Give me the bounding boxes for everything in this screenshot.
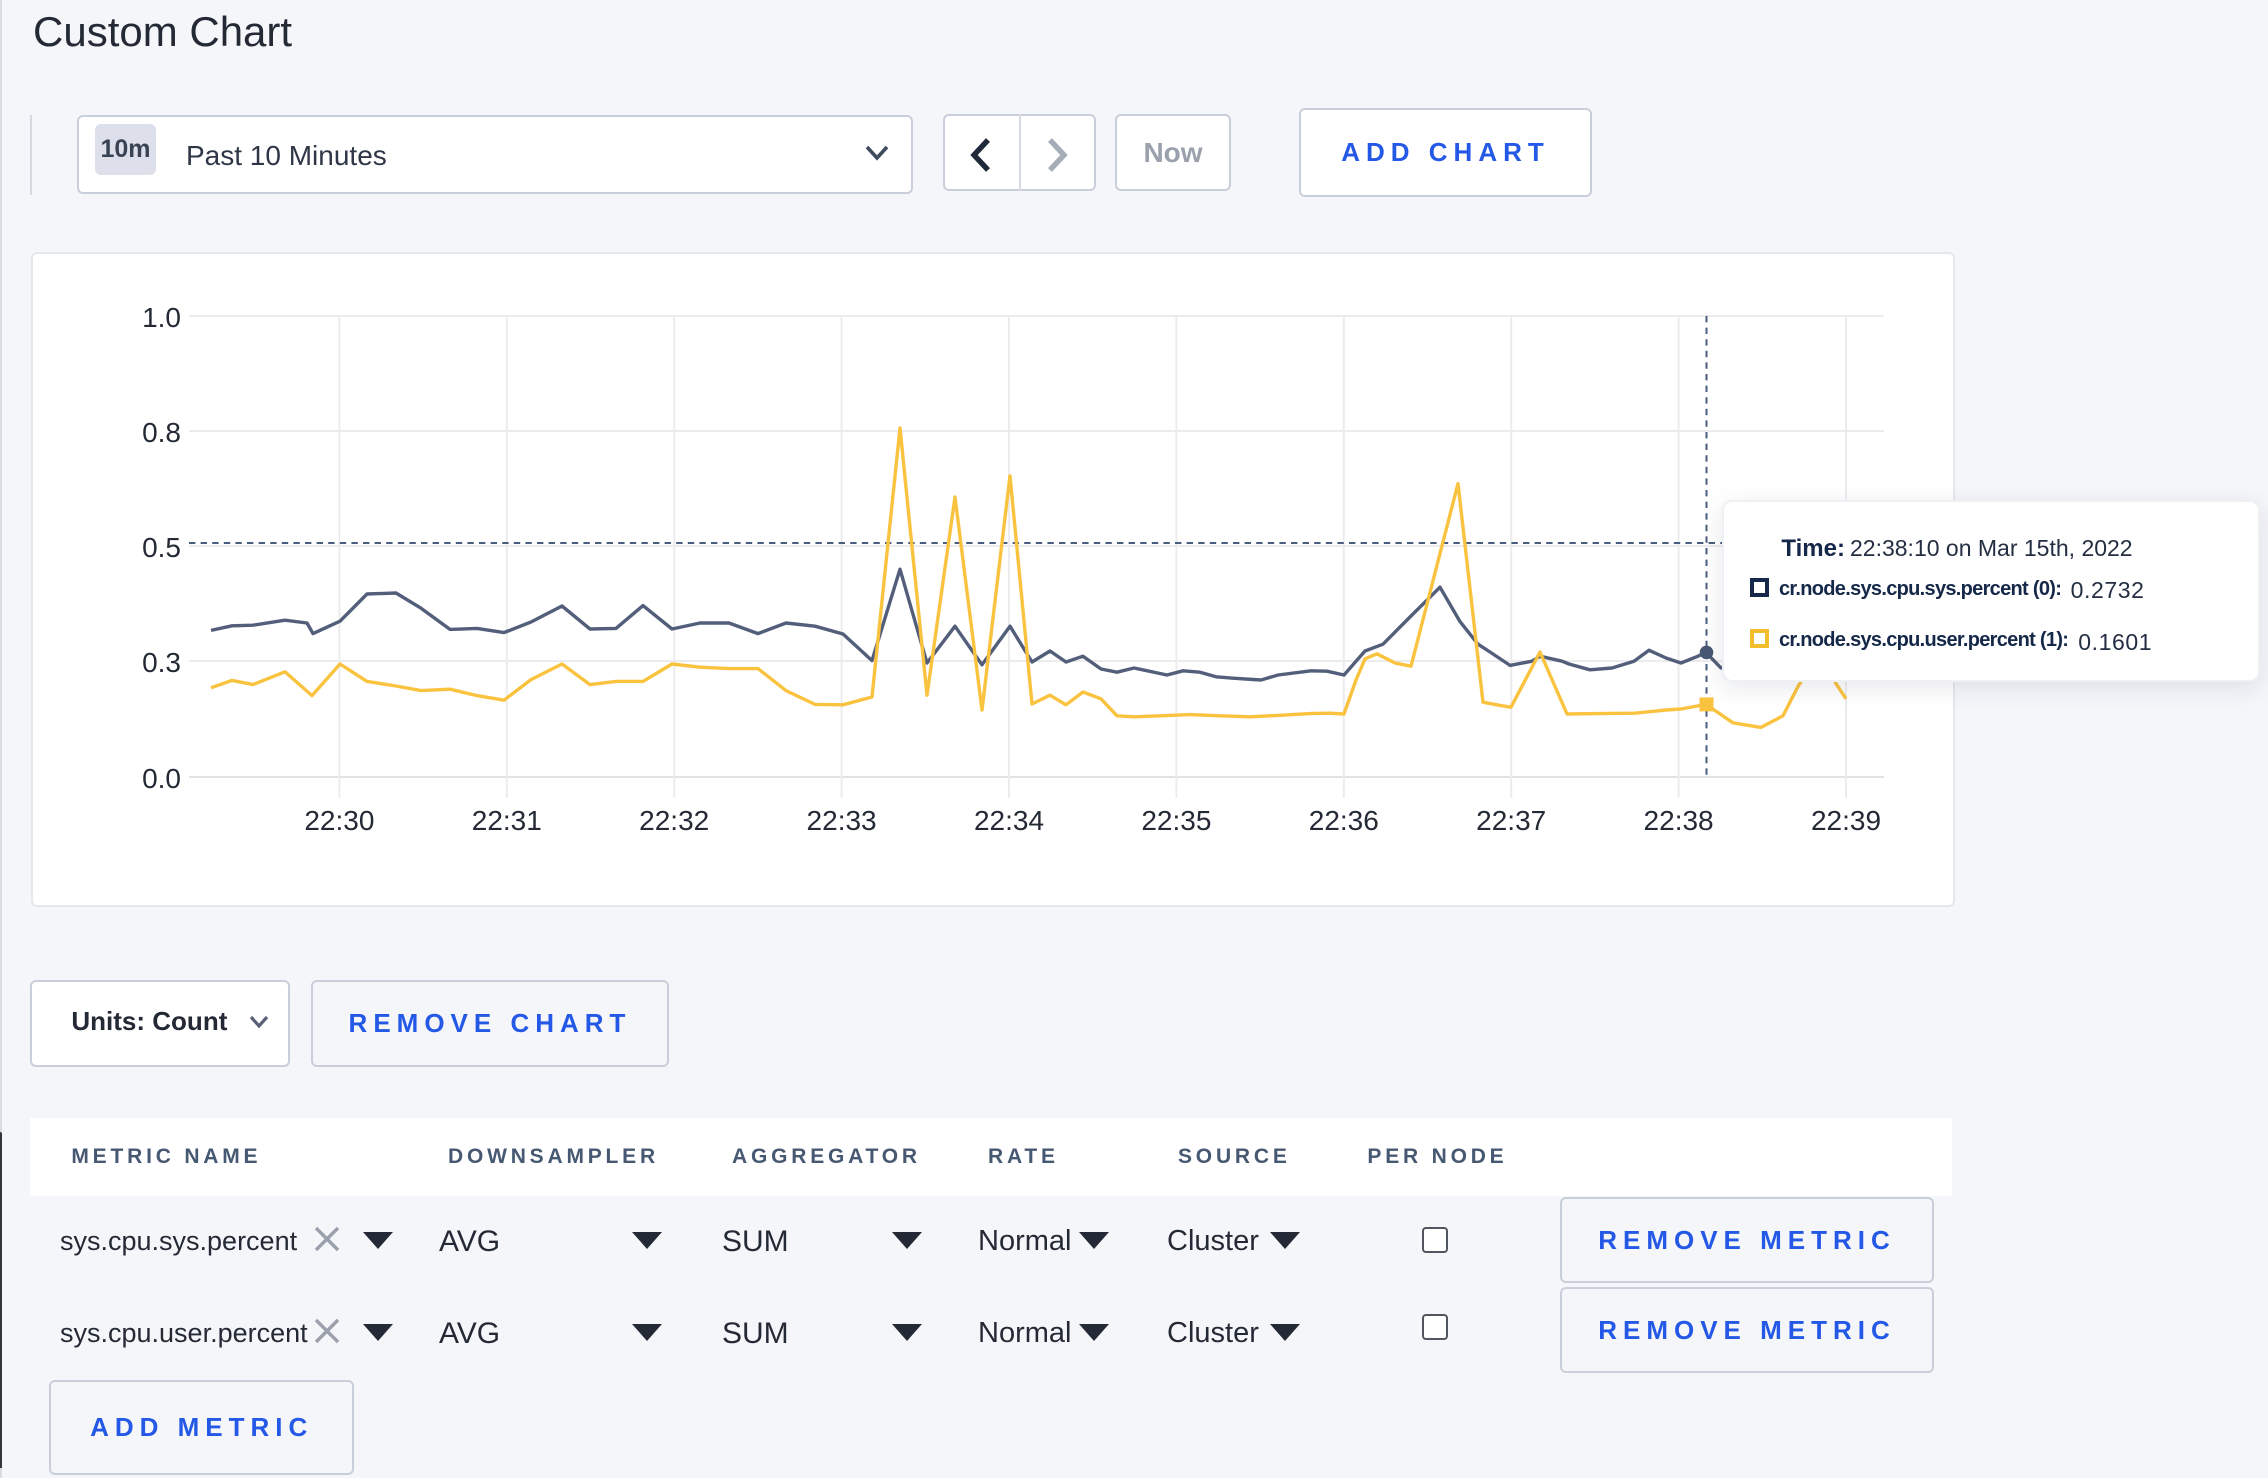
svg-text:22:30: 22:30 xyxy=(304,805,374,836)
svg-text:22:33: 22:33 xyxy=(807,805,877,836)
svg-text:0.8: 0.8 xyxy=(142,417,181,448)
svg-text:0.5: 0.5 xyxy=(142,532,181,563)
svg-text:22:35: 22:35 xyxy=(1141,805,1211,836)
svg-text:0.0: 0.0 xyxy=(142,763,181,794)
svg-text:22:31: 22:31 xyxy=(472,805,542,836)
svg-text:22:32: 22:32 xyxy=(639,805,709,836)
svg-text:22:37: 22:37 xyxy=(1476,805,1546,836)
svg-text:22:34: 22:34 xyxy=(974,805,1044,836)
svg-text:22:36: 22:36 xyxy=(1309,805,1379,836)
svg-text:22:38: 22:38 xyxy=(1644,805,1714,836)
svg-text:0.3: 0.3 xyxy=(142,647,181,678)
svg-text:22:39: 22:39 xyxy=(1811,805,1881,836)
svg-text:1.0: 1.0 xyxy=(142,302,181,333)
